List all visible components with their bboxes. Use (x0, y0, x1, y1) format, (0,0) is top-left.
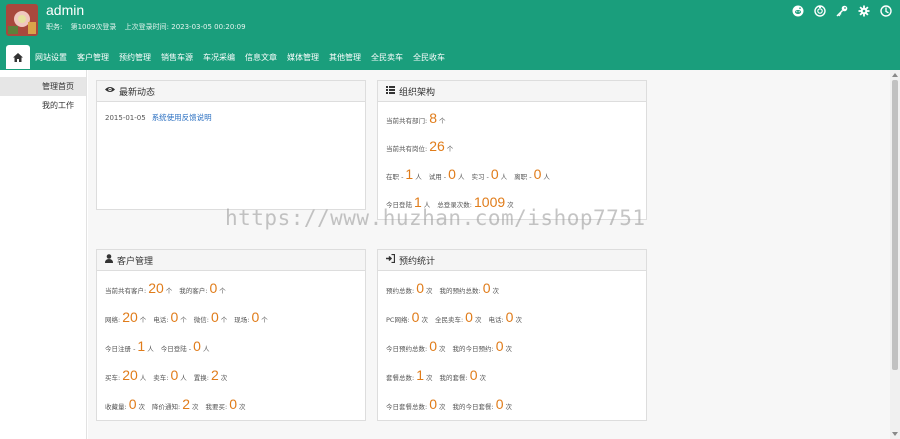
sidebar: 管理首页 我的工作 (0, 70, 87, 439)
nav-item-bookings[interactable]: 预约管理 (114, 45, 156, 69)
customer-source-row: 网络: 20 个 电话: 0 个 微信: 0 个 现场: 0 个 (105, 309, 268, 325)
list-icon (386, 85, 395, 97)
sidebar-item-home[interactable]: 管理首页 (0, 77, 86, 96)
news-item: 2015-01-05 系统使用反馈说明 (105, 112, 357, 123)
panel-news-header: 最新动态 (97, 81, 365, 102)
gear-icon[interactable] (858, 5, 870, 19)
customer-fav-row: 收藏量: 0 次 降价通知: 2 次 我要买: 0 次 (105, 396, 246, 412)
nav-item-articles[interactable]: 信息文章 (240, 45, 282, 69)
org-staff-row: 在职 - 1 人 试用 - 0 人 实习 - 0 人 离职 - 0 人 (386, 166, 550, 182)
sign-in-icon (386, 253, 396, 266)
nav-item-site-settings[interactable]: 网站设置 (30, 45, 72, 69)
nav-home[interactable] (6, 45, 30, 69)
org-dept-count: 8 (429, 110, 437, 126)
panel-customer-header: 客户管理 (97, 250, 365, 271)
home-icon (13, 52, 23, 62)
org-post-count: 26 (429, 138, 445, 154)
nav-item-sell-car[interactable]: 全民卖车 (366, 45, 408, 69)
customer-total-row: 当前共有客户: 20 个 我的客户: 0 个 (105, 280, 226, 296)
user-icon (105, 254, 113, 266)
news-link[interactable]: 系统使用反馈说明 (152, 112, 212, 123)
news-date: 2015-01-05 (105, 114, 146, 122)
power-icon[interactable] (880, 5, 892, 19)
header-icon-group (792, 5, 892, 19)
booking-source-row: PC网络: 0 次 全民卖车: 0 次 电话: 0 次 (386, 309, 522, 325)
watermark: https://www.huzhan.com/ishop7751 (225, 206, 646, 230)
org-post-row: 当前共有岗位: 26 个 (386, 134, 638, 162)
headset-icon[interactable] (814, 5, 826, 19)
booking-today-row: 今日预约总数: 0 次 我的今日预约: 0 次 (386, 338, 512, 354)
panel-booking: 预约统计 预约总数: 0 次 我的预约总数: 0 次 PC网络: 0 次 全民卖… (377, 249, 647, 421)
nav-item-customers[interactable]: 客户管理 (72, 45, 114, 69)
eye-icon (105, 86, 115, 96)
panel-customer: 客户管理 当前共有客户: 20 个 我的客户: 0 个 网络: 20 个 电话:… (96, 249, 366, 421)
customer-today-row: 今日注册 - 1 人 今日登陆 - 0 人 (105, 338, 210, 354)
panel-org-title: 组织架构 (399, 87, 436, 98)
panel-booking-header: 预约统计 (378, 250, 646, 271)
avatar[interactable] (6, 4, 38, 36)
last-login-time: 上次登录时间: 2023-03-05 00:20:09 (124, 23, 246, 31)
username: admin (46, 2, 85, 18)
customer-trade-row: 买车: 20 人 卖车: 0 人 置换: 2 次 (105, 367, 228, 383)
login-meta: 职务: 第1009次登录 上次登录时间: 2023-03-05 00:20:09 (46, 22, 252, 32)
login-count: 第1009次登录 (70, 23, 117, 31)
vertical-scrollbar[interactable] (890, 70, 900, 439)
main-nav: 网站设置 客户管理 预约管理 销售车源 车况采编 信息文章 媒体管理 其他管理 … (0, 45, 450, 69)
main-content: 最新动态 2015-01-05 系统使用反馈说明 组织架构 当前共有部门: 8 … (88, 70, 890, 439)
panel-customer-title: 客户管理 (117, 256, 154, 267)
panel-booking-title: 预约统计 (399, 256, 436, 267)
nav-item-car-inspection[interactable]: 车况采编 (198, 45, 240, 69)
reddit-icon[interactable] (792, 5, 804, 19)
sidebar-item-my-work[interactable]: 我的工作 (0, 96, 86, 115)
org-dept-row: 当前共有部门: 8 个 (386, 106, 638, 134)
panel-org: 组织架构 当前共有部门: 8 个 当前共有岗位: 26 个 在职 - 1 人 试… (377, 80, 647, 220)
nav-item-buy-car[interactable]: 全民收车 (408, 45, 450, 69)
nav-item-other[interactable]: 其他管理 (324, 45, 366, 69)
booking-total-row: 预约总数: 0 次 我的预约总数: 0 次 (386, 280, 499, 296)
role-label: 职务: (46, 23, 63, 31)
booking-today-package-row: 今日套餐总数: 0 次 我的今日套餐: 0 次 (386, 396, 512, 412)
panel-news-title: 最新动态 (119, 87, 156, 98)
scroll-up-arrow-icon[interactable] (892, 73, 898, 77)
top-header: admin 职务: 第1009次登录 上次登录时间: 2023-03-05 00… (0, 0, 900, 70)
scroll-thumb[interactable] (892, 80, 898, 370)
panel-news: 最新动态 2015-01-05 系统使用反馈说明 (96, 80, 366, 210)
nav-item-media[interactable]: 媒体管理 (282, 45, 324, 69)
scroll-down-arrow-icon[interactable] (892, 432, 898, 436)
key-icon[interactable] (836, 5, 848, 19)
nav-item-sales-cars[interactable]: 销售车源 (156, 45, 198, 69)
panel-org-header: 组织架构 (378, 81, 646, 102)
booking-package-row: 套餐总数: 1 次 我的套餐: 0 次 (386, 367, 486, 383)
